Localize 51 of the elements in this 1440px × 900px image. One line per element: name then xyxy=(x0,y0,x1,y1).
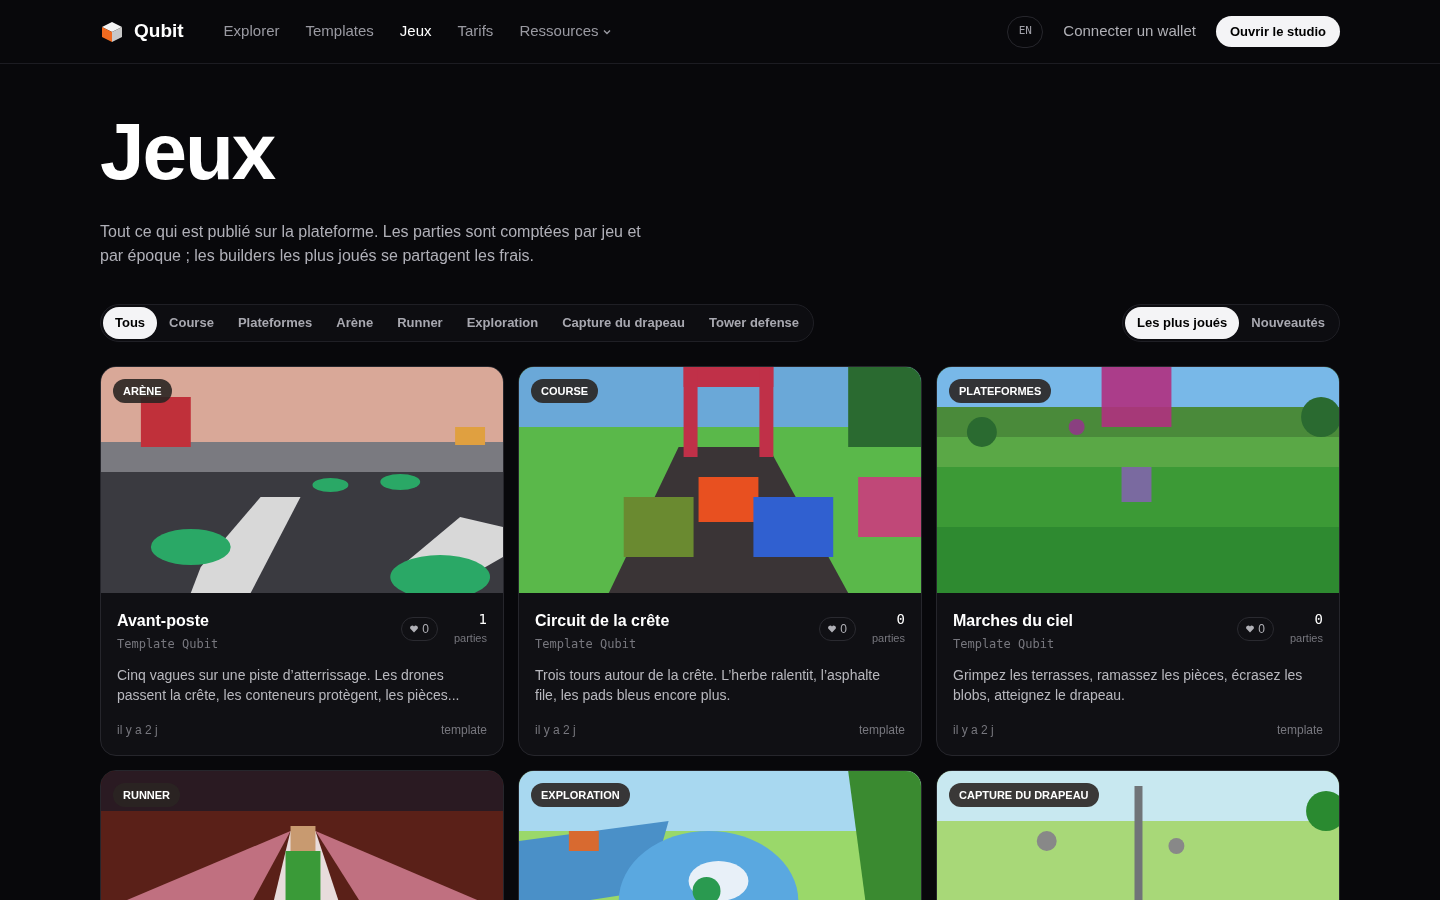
cube-logo-icon xyxy=(100,19,124,44)
play-count-label: parties xyxy=(871,630,905,646)
filter-tab[interactable]: Capture du drapeau xyxy=(550,307,697,339)
game-type: template xyxy=(440,721,487,739)
sort-tab[interactable]: Les plus joués xyxy=(1125,307,1240,339)
game-card[interactable]: ARÈNE Avant-poste Template Qubit 0 1 parties Cinq vagues sur une piste d’atterrissage. Les drones passent la crête, les conteneurs protègent, les pièces... il y a 2 j template xyxy=(100,365,504,756)
game-type: template xyxy=(1276,721,1323,739)
filter-tab[interactable]: Arène xyxy=(324,307,386,339)
page-intro: Tout ce qui est publié sur la plateforme. Les parties sont comptées par jeu et par époque ; les builders les plus joués se partagent les frais. xyxy=(100,222,642,266)
game-card[interactable]: RUNNER xyxy=(100,769,504,900)
play-count-label: parties xyxy=(1289,630,1323,646)
game-title: Circuit de la crête xyxy=(535,610,671,631)
publish-age: il y a 2 j xyxy=(535,721,576,739)
nav-link[interactable]: Tarifs xyxy=(457,20,494,43)
game-description: Grimpez les terrasses, ramassez les pièces, écrasez les blobs, atteignez le drapeau. xyxy=(953,665,1304,705)
nav-link[interactable]: Explorer xyxy=(223,20,280,43)
game-author: Template Qubit xyxy=(117,635,220,653)
filter-tab[interactable]: Exploration xyxy=(454,307,551,339)
filter-tab[interactable]: Course xyxy=(157,307,226,339)
nav-link[interactable]: Ressources xyxy=(519,20,611,43)
game-card[interactable]: EXPLORATION xyxy=(518,769,922,900)
play-count-label: parties xyxy=(453,630,487,646)
sort-tab[interactable]: Nouveautés xyxy=(1239,307,1337,339)
open-studio-button[interactable]: Ouvrir le studio xyxy=(1215,15,1340,48)
game-card[interactable]: CAPTURE DU DRAPEAU xyxy=(936,769,1340,900)
brand-name[interactable]: Qubit xyxy=(134,17,184,46)
publish-age: il y a 2 j xyxy=(953,721,994,739)
game-description: Trois tours autour de la crête. L’herbe ralentit, l’asphalte file, les pads bleus encore plus. xyxy=(535,665,881,705)
play-count: 0 xyxy=(1314,609,1323,629)
game-type: template xyxy=(858,721,905,739)
game-title: Avant-poste xyxy=(117,610,210,631)
page-title: Jeux xyxy=(100,112,277,192)
heart-icon xyxy=(1246,624,1255,633)
heart-icon xyxy=(410,624,419,633)
play-count: 1 xyxy=(478,609,487,629)
wallet-link[interactable]: Connecter un wallet xyxy=(1063,20,1196,43)
filter-tab[interactable]: Runner xyxy=(385,307,455,339)
filter-tab[interactable]: Tous xyxy=(103,307,158,339)
filter-tab[interactable]: Plateformes xyxy=(225,307,325,339)
heart-icon xyxy=(828,624,837,633)
game-author: Template Qubit xyxy=(953,635,1056,653)
game-card[interactable]: PLATEFORMES Marches du ciel Template Qubit 0 0 parties Grimpez les terrasses, ramassez les pièces, écrasez les blobs, atteignez le drapeau. il y a 2 j template xyxy=(936,365,1340,756)
nav-link[interactable]: Jeux xyxy=(399,20,432,43)
filter-tab[interactable]: Tower defense xyxy=(697,307,812,339)
game-description: Cinq vagues sur une piste d’atterrissage. Les drones passent la crête, les conteneurs protègent, les pièces... xyxy=(117,665,461,705)
nav-link[interactable]: Templates xyxy=(305,20,374,43)
game-card[interactable]: COURSE Circuit de la crête Template Qubit 0 0 parties Trois tours autour de la crête. L’herbe ralentit, l’asphalte file, les pads bleus encore plus. il y a 2 j template xyxy=(518,365,922,756)
game-title: Marches du ciel xyxy=(953,610,1075,631)
play-count: 0 xyxy=(896,609,905,629)
publish-age: il y a 2 j xyxy=(117,721,158,739)
game-author: Template Qubit xyxy=(535,635,638,653)
